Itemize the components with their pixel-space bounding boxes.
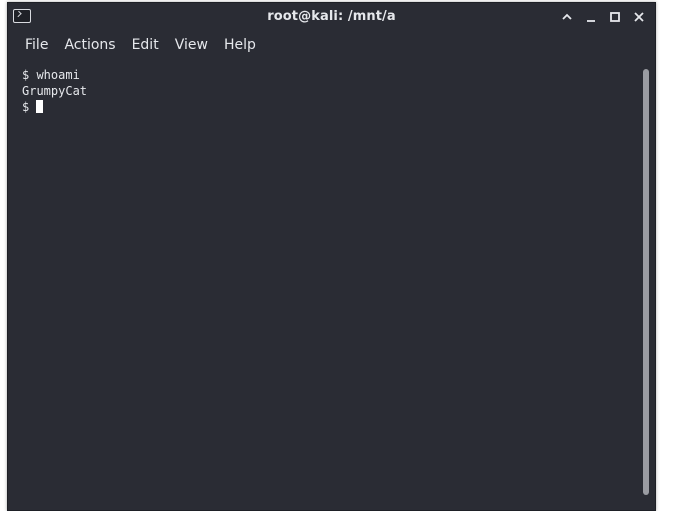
menu-view[interactable]: View <box>167 33 216 57</box>
menu-actions[interactable]: Actions <box>56 33 123 57</box>
terminal-output[interactable]: $ whoami GrumpyCat $ <box>8 59 640 510</box>
terminal-window: root@kali: /mnt/a File Actions Edit View… <box>7 2 656 511</box>
minimize-glyph <box>587 20 595 22</box>
close-glyph <box>634 12 644 22</box>
close-icon[interactable] <box>631 9 647 25</box>
menu-help[interactable]: Help <box>216 33 264 57</box>
window-controls <box>559 8 647 26</box>
menu-file[interactable]: File <box>17 33 56 57</box>
terminal-prompt-line[interactable]: $ <box>22 99 44 115</box>
maximize-glyph <box>610 12 620 22</box>
terminal-prompt: $ <box>22 100 37 114</box>
window-title: root@kali: /mnt/a <box>267 9 396 24</box>
menu-bar: File Actions Edit View Help <box>8 31 655 59</box>
title-bar[interactable]: root@kali: /mnt/a <box>8 3 655 31</box>
maximize-icon[interactable] <box>607 9 623 25</box>
scrollbar-thumb[interactable] <box>643 69 649 495</box>
minimize-icon[interactable] <box>583 9 599 25</box>
chevron-up-icon[interactable] <box>559 9 575 25</box>
terminal-line: GrumpyCat <box>22 84 88 98</box>
menu-edit[interactable]: Edit <box>124 33 167 57</box>
scrollbar[interactable] <box>643 69 649 495</box>
terminal-line: $ whoami <box>22 68 80 82</box>
text-cursor <box>36 100 44 113</box>
chevron-up-glyph <box>562 13 572 20</box>
